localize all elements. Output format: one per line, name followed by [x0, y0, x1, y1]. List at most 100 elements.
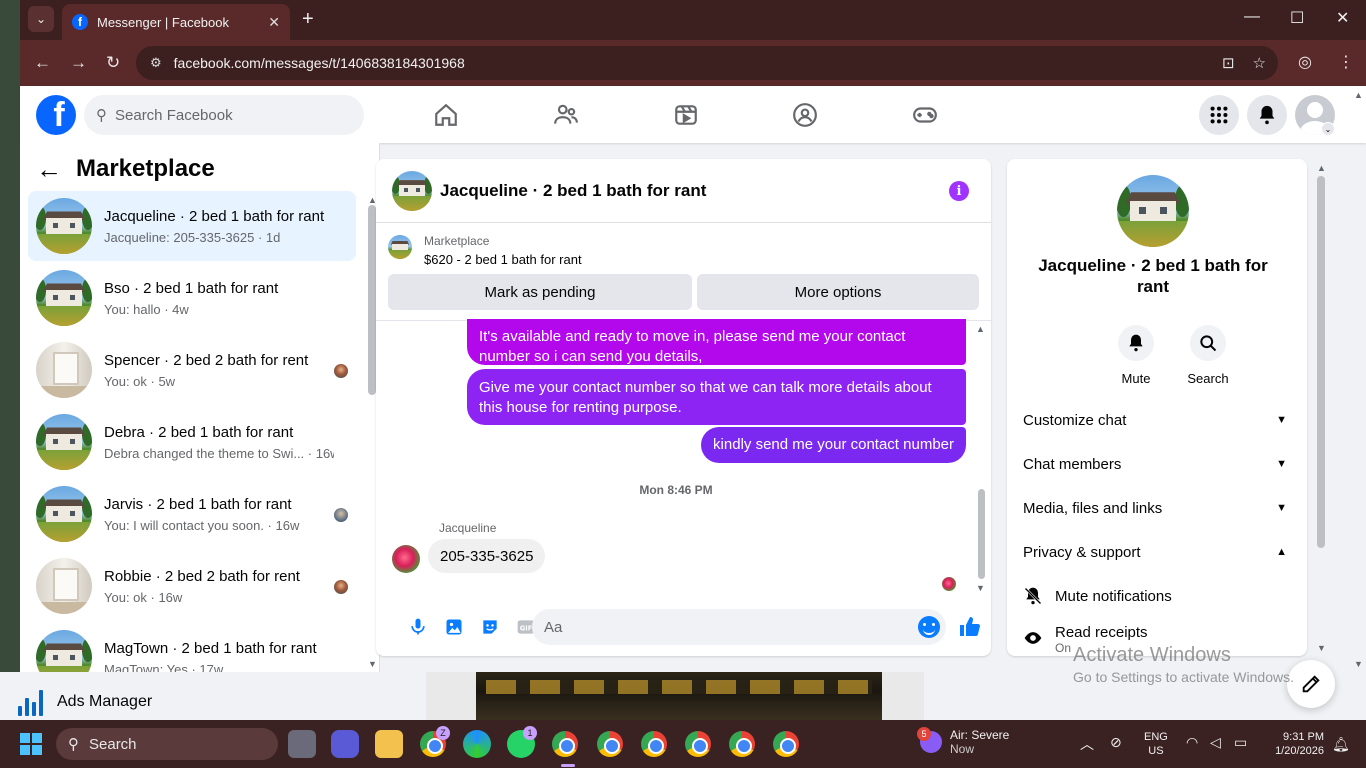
conversation-item[interactable]: Jacqueline · 2 bed 1 bath for rant Jacque…	[28, 191, 356, 261]
info-icon[interactable]: i	[949, 181, 969, 201]
scroll-up-arrow[interactable]: ▲	[976, 324, 985, 334]
scrollbar-thumb[interactable]	[978, 489, 985, 579]
media-files-links-section[interactable]: Media, files and links ▼	[1023, 490, 1287, 526]
chevron-down-icon[interactable]: ⌄	[1321, 122, 1335, 136]
scrollbar-thumb[interactable]	[368, 205, 376, 395]
notifications-button[interactable]	[1247, 95, 1287, 135]
taskbar-search[interactable]: ⚲ Search	[56, 728, 278, 760]
thumbs-up-icon[interactable]	[958, 615, 982, 639]
facebook-logo-icon[interactable]: f	[36, 95, 76, 135]
tab-close-icon[interactable]: ✕	[268, 14, 280, 31]
microphone-icon[interactable]	[408, 617, 428, 637]
file-explorer-icon[interactable]	[375, 730, 403, 758]
message-input-wrapper[interactable]	[532, 609, 946, 645]
details-avatar[interactable]	[1117, 175, 1189, 247]
message-input[interactable]	[544, 618, 904, 636]
notification-bell-icon[interactable]: 🔔︎	[1332, 736, 1350, 753]
conversation-item[interactable]: Bso · 2 bed 1 bath for rant You: hallo · …	[28, 263, 356, 333]
customize-chat-section[interactable]: Customize chat ▼	[1023, 402, 1287, 438]
scrollbar-thumb[interactable]	[1317, 176, 1325, 548]
conversation-item[interactable]: Spencer · 2 bed 2 bath for rent You: ok ·…	[28, 335, 356, 405]
show-hidden-icons-chevron[interactable]: ︿	[1080, 734, 1094, 754]
input-language[interactable]: ENG US	[1144, 730, 1168, 758]
chrome-icon[interactable]	[685, 731, 711, 757]
listing-thumbnail[interactable]	[388, 235, 412, 259]
nav-groups[interactable]	[750, 86, 860, 143]
conversation-item[interactable]: Debra · 2 bed 1 bath for rant Debra chang…	[28, 407, 356, 477]
conversation-item[interactable]: Jarvis · 2 bed 1 bath for rant You: I wil…	[28, 479, 356, 549]
chrome-icon[interactable]	[597, 731, 623, 757]
browser-menu-icon[interactable]: ⋮	[1338, 52, 1354, 72]
nav-friends[interactable]	[511, 86, 621, 143]
page-scroll-down-arrow[interactable]: ▼	[1354, 659, 1363, 669]
conversation-name: Bso · 2 bed 1 bath for rant	[104, 279, 279, 297]
search-conversation-button[interactable]: Search	[1178, 325, 1238, 386]
reload-icon[interactable]: ↻	[106, 53, 120, 73]
camera-off-icon[interactable]: ⊘	[1110, 734, 1122, 751]
tab-messenger[interactable]: f Messenger | Facebook ✕	[62, 4, 290, 40]
ads-manager-label: Ads Manager	[57, 693, 153, 710]
read-receipts-item[interactable]: Read receipts On	[1023, 624, 1287, 655]
site-info-icon[interactable]: ⚙	[150, 55, 162, 71]
scroll-down-arrow[interactable]: ▼	[976, 583, 985, 593]
conversation-preview: You: hallo · 4w	[104, 301, 189, 317]
nav-gaming[interactable]	[870, 86, 980, 143]
minimize-button[interactable]: —	[1244, 8, 1260, 26]
chat-avatar[interactable]	[392, 170, 432, 211]
mute-button[interactable]: Mute	[1106, 325, 1166, 386]
mark-as-pending-button[interactable]: Mark as pending	[388, 274, 692, 310]
wifi-icon[interactable]: ◠	[1186, 734, 1198, 751]
profile-icon[interactable]: ◎	[1298, 52, 1312, 72]
sticker-icon[interactable]	[480, 617, 500, 637]
task-view-icon[interactable]	[288, 730, 316, 758]
emoji-icon[interactable]	[918, 616, 940, 638]
edge-icon[interactable]	[463, 730, 491, 758]
bookmark-star-icon[interactable]: ☆	[1253, 54, 1266, 72]
scroll-down-arrow[interactable]: ▼	[1317, 643, 1326, 653]
scroll-up-arrow[interactable]: ▲	[1317, 163, 1326, 173]
meet-icon[interactable]	[331, 730, 359, 758]
photo-icon[interactable]	[444, 617, 464, 637]
scroll-down-arrow[interactable]: ▼	[368, 659, 377, 669]
page-scroll-up-arrow[interactable]: ▲	[1354, 90, 1363, 100]
outgoing-message[interactable]: Give me your contact number so that we c…	[467, 369, 966, 425]
tab-search-button[interactable]: ⌄	[28, 6, 54, 32]
windows-start-icon[interactable]	[20, 733, 42, 755]
address-bar[interactable]: ⚙ facebook.com/messages/t/14068381843019…	[136, 46, 1278, 80]
chrome-icon[interactable]	[729, 731, 755, 757]
back-icon[interactable]: ←	[34, 53, 51, 73]
incoming-message[interactable]: 205-335-3625	[428, 539, 546, 573]
forward-icon[interactable]: →	[70, 53, 87, 73]
new-tab-button[interactable]: +	[302, 8, 314, 31]
mute-notifications-item[interactable]: Mute notifications	[1023, 586, 1287, 606]
weather-widget[interactable]: 5 Air: Severe Now	[917, 727, 1009, 756]
chrome-icon[interactable]	[773, 731, 799, 757]
listing-price-title[interactable]: $620 - 2 bed 1 bath for rant	[424, 252, 582, 267]
chrome-icon[interactable]	[552, 731, 578, 757]
battery-icon[interactable]: ▭	[1234, 734, 1247, 751]
new-message-button[interactable]	[1287, 660, 1335, 708]
volume-icon[interactable]: ◁	[1210, 734, 1221, 751]
outgoing-message[interactable]: It's available and ready to move in, ple…	[467, 319, 966, 365]
install-app-icon[interactable]: ⊡	[1222, 54, 1235, 72]
more-options-button[interactable]: More options	[697, 274, 979, 310]
outgoing-message[interactable]: kindly send me your contact number	[701, 427, 966, 463]
system-clock[interactable]: 9:31 PM 1/20/2026	[1266, 730, 1324, 758]
facebook-search[interactable]: ⚲	[84, 95, 364, 135]
conversation-item[interactable]: Robbie · 2 bed 2 bath for rent You: ok · …	[28, 551, 356, 621]
search-input[interactable]	[115, 106, 335, 124]
menu-button[interactable]	[1199, 95, 1239, 135]
chrome-icon[interactable]	[641, 731, 667, 757]
maximize-button[interactable]: ☐	[1290, 8, 1304, 28]
nav-home[interactable]	[391, 86, 501, 143]
ads-manager-shortcut[interactable]: Ads Manager	[18, 688, 152, 716]
chat-members-section[interactable]: Chat members ▼	[1023, 446, 1287, 482]
nav-watch[interactable]	[631, 86, 741, 143]
back-arrow-icon[interactable]: ←	[36, 156, 62, 182]
chat-title[interactable]: Jacqueline · 2 bed 1 bath for rant	[440, 181, 706, 201]
conversation-item[interactable]: MagTown · 2 bed 1 bath for rant MagTown: …	[28, 623, 356, 672]
close-window-button[interactable]: ✕	[1336, 8, 1349, 28]
conversation-preview: You: ok · 16w	[104, 589, 183, 605]
privacy-support-section[interactable]: Privacy & support ▲	[1023, 534, 1287, 570]
sender-avatar[interactable]	[392, 545, 420, 573]
